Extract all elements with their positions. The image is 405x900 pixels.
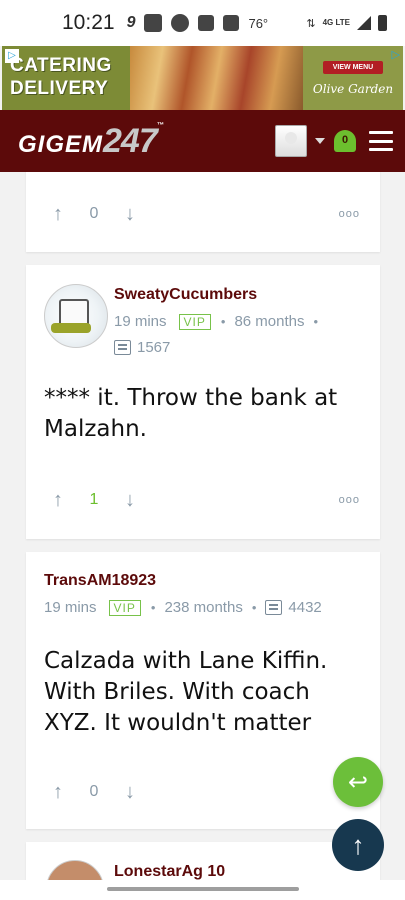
upvote-arrow-icon[interactable]: ↑ (46, 781, 70, 804)
ad-headline-2: DELIVERY (10, 78, 109, 99)
ad-banner[interactable]: ▷ CATERING DELIVERY ▷ VIEW MENU Olive Ga… (2, 46, 403, 110)
header-actions: 0 (275, 125, 393, 157)
avatar[interactable] (44, 284, 108, 348)
post-count: 1567 (137, 339, 171, 356)
upvote-arrow-icon[interactable]: ↑ (46, 489, 70, 512)
comment-meta: 19 mins VIP • 238 months • 4432 (44, 599, 322, 616)
arrow-up-icon: ↑ (351, 829, 365, 860)
member-tenure: 238 months (164, 599, 243, 616)
vote-bar: ↑ 0 ↓ ooo (46, 202, 360, 226)
upvote-arrow-icon[interactable]: ↑ (46, 203, 70, 226)
logo-number: 247 (103, 121, 158, 160)
radio-icon (144, 14, 163, 32)
ad-choices-icon[interactable]: ▷ (5, 49, 19, 63)
ad-view-menu-button[interactable]: VIEW MENU (322, 60, 384, 74)
data-arrows-icon: ⇅ (306, 17, 316, 30)
meta-separator: • (220, 314, 226, 329)
vote-count: 0 (89, 783, 99, 800)
ad-close-icon[interactable]: ▷ (392, 48, 400, 61)
downvote-arrow-icon[interactable]: ↓ (118, 203, 142, 226)
member-tenure: 86 months (234, 313, 305, 330)
home-gesture-pill[interactable] (107, 887, 299, 891)
comment-card: TransAM18923 19 mins VIP • 238 months • … (26, 552, 380, 829)
ad-headline-1: CATERING (10, 55, 112, 76)
user-avatar-button[interactable] (275, 125, 307, 157)
ad-food-image (130, 46, 303, 110)
vote-count: 0 (89, 205, 99, 222)
reply-icon: ↩ (347, 768, 369, 796)
vote-count: 1 (89, 491, 99, 508)
post-count-row: 1567 (114, 339, 170, 356)
reply-button[interactable]: ↩ (333, 757, 383, 807)
logo-text: GIGEM (18, 130, 104, 158)
posts-icon (114, 340, 131, 355)
meta-separator: • (150, 600, 156, 615)
comment-body: **** it. Throw the bank at Malzahn. (44, 385, 338, 442)
system-nav-bar (0, 880, 405, 900)
scroll-to-top-button[interactable]: ↑ (332, 819, 384, 871)
site-logo[interactable]: GIGEM247™ (18, 122, 165, 161)
comment-username[interactable]: LonestarAg 10 (114, 863, 225, 880)
battery-icon (378, 15, 387, 31)
downvote-arrow-icon[interactable]: ↓ (118, 781, 142, 804)
status-right: ⇅ 4G LTE (306, 15, 387, 31)
comment-username[interactable]: SweatyCucumbers (114, 286, 257, 304)
comment-username[interactable]: TransAM18923 (44, 572, 156, 590)
signal-icon (357, 16, 371, 30)
comment-card: SweatyCucumbers 19 mins VIP • 86 months … (26, 265, 380, 539)
comment-card: ↑ 0 ↓ ooo (26, 172, 380, 252)
post-count: 4432 (288, 599, 322, 616)
notification-count: 0 (341, 134, 349, 146)
logo-trademark: ™ (156, 121, 165, 129)
vote-bar: ↑ 1 ↓ ooo (46, 488, 360, 512)
9-icon: 9 (126, 14, 136, 31)
vip-badge: VIP (178, 313, 211, 330)
downvote-arrow-icon[interactable]: ↓ (118, 489, 142, 512)
more-options-icon[interactable]: ooo (339, 494, 360, 506)
vip-badge: VIP (108, 599, 141, 616)
ad-brand-logo: Olive Garden (312, 81, 394, 96)
avatar[interactable] (46, 860, 104, 880)
chevron-down-icon[interactable] (315, 138, 325, 144)
image-icon (223, 15, 240, 31)
chat-bubble-icon (171, 14, 190, 32)
ad-text-panel: ▷ CATERING DELIVERY (2, 46, 130, 110)
site-header: GIGEM247™ 0 (0, 110, 405, 172)
comment-body: Calzada with Lane Kiffin. With Briles. W… (44, 648, 328, 736)
hamburger-menu-icon[interactable] (369, 131, 393, 151)
notifications-button[interactable]: 0 (333, 127, 357, 155)
comment-card: LonestarAg 10 (26, 842, 380, 880)
vote-bar: ↑ 0 ↓ ooo (46, 780, 360, 804)
status-icons: 9 76° (126, 14, 269, 32)
comment-meta: 19 mins VIP • 86 months • (114, 313, 327, 330)
meta-separator: • (251, 600, 257, 615)
comment-time: 19 mins (44, 599, 97, 616)
meta-separator: • (313, 314, 319, 329)
facebook-icon (198, 15, 215, 31)
comment-time: 19 mins (114, 313, 167, 330)
temperature: 76° (248, 15, 269, 31)
posts-icon (265, 600, 283, 615)
status-time: 10:21 (62, 11, 115, 34)
ad-cta-panel: ▷ VIEW MENU Olive Garden (303, 46, 403, 110)
network-label: 4G LTE (322, 18, 350, 27)
more-options-icon[interactable]: ooo (339, 208, 360, 220)
status-bar: 10:21 9 76° ⇅ 4G LTE (0, 0, 405, 46)
